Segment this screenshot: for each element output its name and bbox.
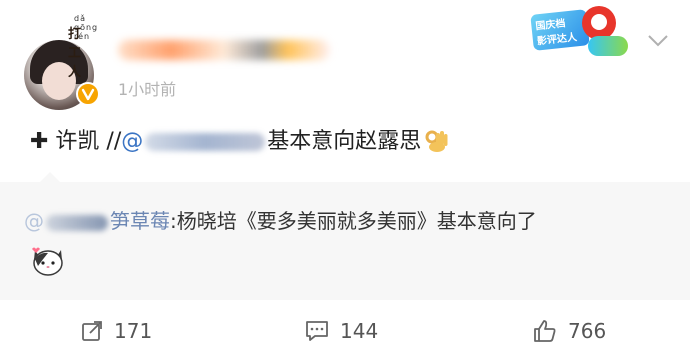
repost-box[interactable]: [0, 182, 690, 300]
ribbon-hanzi: 打工人: [68, 27, 83, 80]
repost-text[interactable]: @ 笋草莓:杨晓培《要多美丽就多美丽》基本意向了: [24, 207, 537, 235]
verified-badge-icon: [76, 82, 100, 106]
repost-at: @: [24, 209, 44, 233]
share-icon: [82, 321, 102, 341]
avatar-ribbon: dǎ gōng rén 打工人: [24, 5, 97, 80]
share-count: 171: [114, 319, 153, 343]
comment-icon: [306, 321, 328, 341]
share-button[interactable]: 171: [80, 316, 152, 346]
comment-button[interactable]: 144: [304, 316, 378, 346]
plus-icon: ✚: [30, 129, 49, 154]
promo-badge-icon[interactable]: 国庆档 影评达人: [530, 6, 632, 62]
repost-body: :杨晓培《要多美丽就多美丽》基本意向了: [170, 209, 537, 233]
post-body: ✚ 许凯 //@ 基本意向赵露思: [30, 122, 670, 162]
post-text-before: 许凯 //: [48, 129, 122, 154]
mention-link[interactable]: @: [121, 129, 267, 154]
like-button[interactable]: 766: [532, 316, 606, 346]
promo-mascot-icon: [582, 6, 616, 40]
cat-face-emoji-icon: [32, 247, 63, 276]
repost-pointer: [40, 172, 60, 182]
comment-count: 144: [340, 319, 379, 343]
post-time[interactable]: 1小时前: [118, 76, 176, 100]
like-count: 766: [568, 319, 607, 343]
chevron-down-icon[interactable]: [647, 34, 669, 48]
post-text-after: 基本意向赵露思: [267, 129, 422, 154]
username-redacted[interactable]: [118, 40, 330, 60]
mention-redacted: [145, 133, 266, 151]
repost-author-tail[interactable]: 笋草莓: [110, 209, 170, 233]
promo-mascot-arm: [588, 36, 628, 56]
ok-hand-emoji-icon: [425, 130, 448, 152]
repost-author-redacted: [46, 214, 108, 231]
mention-at: @: [121, 129, 144, 154]
promo-badge-line2: 影评达人: [536, 32, 578, 48]
promo-badge-card: 国庆档 影评达人: [530, 9, 590, 51]
action-bar: 171 144 766: [0, 300, 690, 362]
thumbs-up-icon: [534, 320, 556, 342]
post-header: dǎ gōng rén 打工人 1小时前 国庆档 影评达人: [0, 0, 690, 112]
